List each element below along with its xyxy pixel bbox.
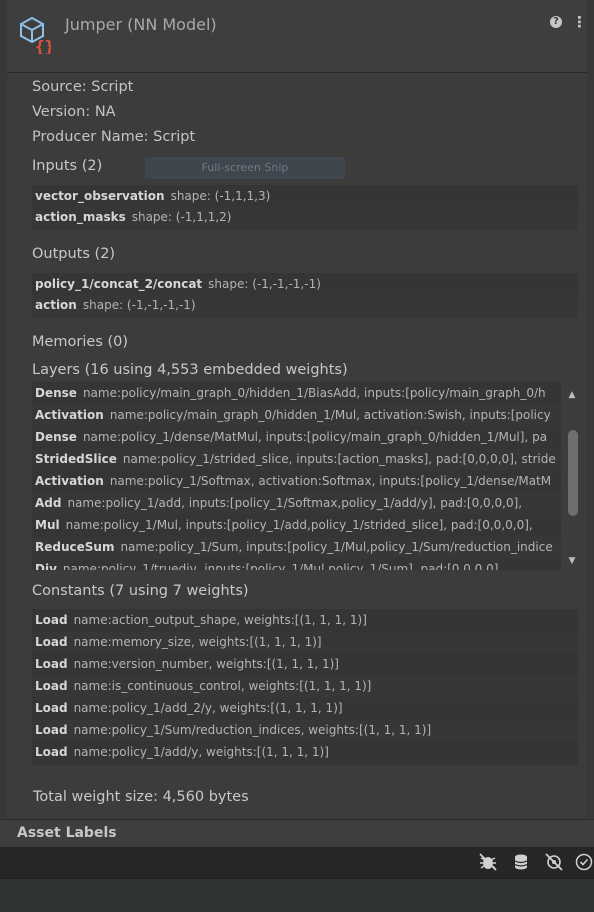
list-item: policy_1/concat_2/concat shape: (-1,-1,-1… — [35, 277, 321, 291]
list-item: Load name:memory_size, weights:[(1, 1, 1,… — [32, 632, 578, 653]
outputs-title: Outputs (2) — [32, 246, 116, 262]
inspector-header: {} Jumper (NN Model) ? ⋮ — [7, 0, 587, 73]
list-item: Load name:policy_1/add_2/y, weights:[(1, … — [35, 701, 343, 715]
debug-off-icon[interactable] — [544, 852, 564, 872]
asset-title: Jumper (NN Model) — [65, 15, 217, 34]
list-item: Div name:policy_1/truediv, inputs:[policy… — [35, 562, 499, 570]
inputs-title: Inputs (2) — [32, 158, 103, 174]
list-item: Load name:version_number, weights:[(1, 1,… — [35, 657, 339, 671]
list-item: Dense name:policy/main_graph_0/hidden_1/B… — [35, 386, 546, 400]
help-icon[interactable]: ? — [550, 16, 562, 28]
inspector-panel: {} Jumper (NN Model) ? ⋮ Source: Script … — [7, 0, 587, 847]
snip-overlay[interactable]: Full-screen Snip — [145, 157, 345, 179]
outputs-list: policy_1/concat_2/concat shape: (-1,-1,-1… — [32, 273, 578, 317]
asset-labels-title[interactable]: Asset Labels — [17, 825, 117, 841]
producer-label: Producer Name: Script — [32, 129, 196, 145]
list-item: Activation name:policy/main_graph_0/hidde… — [32, 405, 561, 426]
list-item: ReduceSum name:policy_1/Sum, inputs:[poli… — [32, 537, 561, 558]
layers-title: Layers (16 using 4,553 embedded weights) — [32, 362, 348, 378]
list-item: Activation name:policy_1/Softmax, activat… — [35, 474, 552, 488]
nn-model-icon: {} — [20, 16, 51, 54]
list-item: Mul name:policy_1/Mul, inputs:[policy_1/a… — [35, 518, 533, 532]
inputs-list: vector_observation shape: (-1,1,1,3) acti… — [32, 185, 578, 229]
memories-title: Memories (0) — [32, 334, 129, 350]
list-item: Load name:policy_1/add/y, weights:[(1, 1,… — [35, 745, 329, 759]
layers-list[interactable]: Dense name:policy/main_graph_0/hidden_1/B… — [32, 382, 561, 570]
source-label: Source: Script — [32, 79, 134, 95]
list-item: Add name:policy_1/add, inputs:[policy_1/S… — [32, 493, 561, 514]
list-item: vector_observation shape: (-1,1,1,3) — [35, 189, 271, 203]
list-item: action shape: (-1,-1,-1,-1) — [32, 295, 578, 316]
scrollbar-thumb[interactable] — [568, 430, 578, 516]
scroll-up-icon[interactable]: ▲ — [566, 390, 578, 402]
list-item: Load name:policy_1/Sum/reduction_indices,… — [32, 720, 578, 741]
check-circle-icon[interactable] — [574, 852, 594, 872]
scroll-down-icon[interactable]: ▼ — [566, 556, 578, 568]
footer-bar — [0, 877, 594, 912]
svg-text:{}: {} — [35, 37, 51, 54]
list-item: StridedSlice name:policy_1/strided_slice,… — [32, 449, 561, 470]
status-bar — [0, 847, 594, 877]
list-item: action_masks shape: (-1,1,1,2) — [32, 207, 578, 228]
list-item: Load name:action_output_shape, weights:[(… — [35, 613, 367, 627]
list-item: Load name:is_continuous_control, weights:… — [32, 676, 578, 697]
more-vertical-icon[interactable]: ⋮ — [572, 13, 587, 31]
constants-list: Load name:action_output_shape, weights:[(… — [32, 609, 578, 765]
bug-icon[interactable] — [478, 852, 498, 872]
constants-title: Constants (7 using 7 weights) — [32, 583, 249, 599]
total-weight-size: Total weight size: 4,560 bytes — [33, 789, 249, 805]
version-label: Version: NA — [32, 104, 116, 120]
database-icon[interactable] — [511, 852, 531, 872]
list-item: Dense name:policy_1/dense/MatMul, inputs:… — [35, 430, 548, 444]
